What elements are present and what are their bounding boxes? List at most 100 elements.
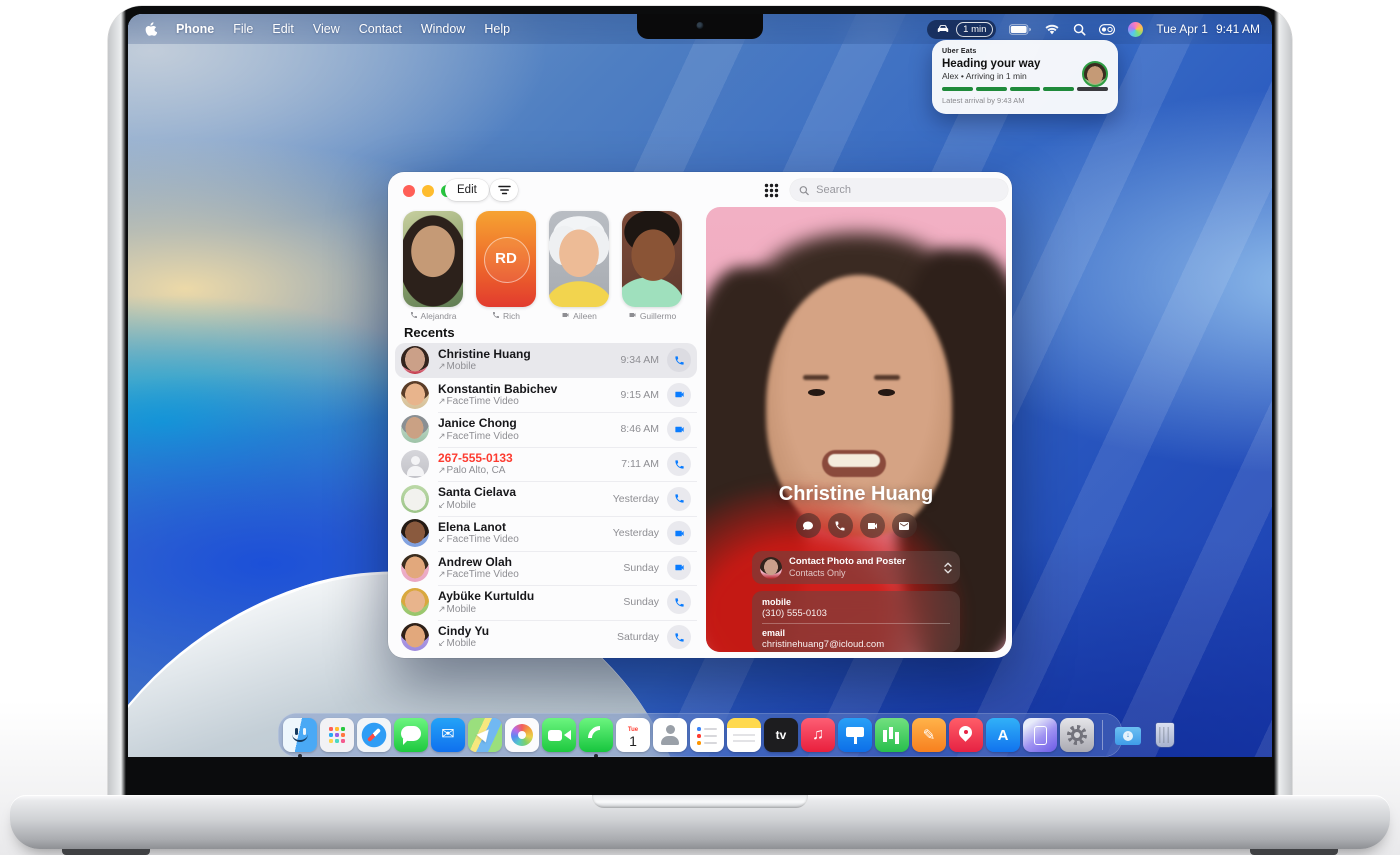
call-action-button[interactable]: [667, 625, 691, 649]
recent-call-row[interactable]: Christine Huang ↗Mobile 9:34 AM: [395, 343, 697, 378]
wifi-icon[interactable]: [1044, 23, 1060, 35]
call-action-button[interactable]: [667, 556, 691, 580]
recent-call-row[interactable]: Konstantin Babichev ↗FaceTime Video 9:15…: [395, 378, 697, 413]
dock-icon-maps[interactable]: [468, 718, 502, 752]
dock-icon-mail[interactable]: ✉: [431, 718, 465, 752]
recent-line: FaceTime Video: [447, 431, 519, 442]
recent-call-row[interactable]: Cindy Yu ↙Mobile Saturday: [395, 620, 697, 655]
contact-photo-poster-row[interactable]: Contact Photo and Poster Contacts Only: [752, 551, 960, 584]
keypad-button[interactable]: [762, 181, 780, 199]
minimize-window-button[interactable]: [422, 185, 434, 197]
search-field[interactable]: [790, 179, 1008, 201]
dock-icon-numbers[interactable]: [875, 718, 909, 752]
dock-icon-tv[interactable]: tv: [764, 718, 798, 752]
call-action-button[interactable]: [667, 521, 691, 545]
favorite-monogram: RD: [476, 211, 536, 307]
search-input[interactable]: [814, 183, 999, 197]
call-action-button[interactable]: [667, 452, 691, 476]
dock-icon-appstore[interactable]: A: [986, 718, 1020, 752]
recent-call-row[interactable]: Janice Chong ↗FaceTime Video 8:46 AM: [395, 412, 697, 447]
call-action-button[interactable]: [667, 487, 691, 511]
dock-icon-facetime[interactable]: [542, 718, 576, 752]
dock-icon-photos[interactable]: [505, 718, 539, 752]
dock-icon-launchpad[interactable]: [320, 718, 354, 752]
menu-item-contact[interactable]: Contact: [359, 22, 402, 36]
dock-icon-phone[interactable]: [579, 718, 613, 752]
tv-glyph: tv: [776, 729, 787, 741]
dock-icon-downloads[interactable]: [1111, 718, 1145, 752]
control-center-icon[interactable]: [1099, 24, 1115, 35]
filter-button[interactable]: [490, 179, 518, 201]
dock-icon-reminders[interactable]: [690, 718, 724, 752]
ride-live-activity[interactable]: 1 min: [927, 20, 996, 39]
mobile-value[interactable]: (310) 555-0103: [762, 608, 950, 619]
favorite-rich[interactable]: RD Rich: [476, 211, 536, 321]
email-value[interactable]: christinehuang7@icloud.com: [762, 639, 950, 650]
recent-time: Yesterday: [613, 527, 659, 539]
call-action-button[interactable]: [667, 590, 691, 614]
dock: ✉ Tue1 tv ♫ ✎ A: [278, 713, 1122, 757]
car-icon: [936, 24, 950, 34]
favorite-alejandra[interactable]: Alejandra: [403, 211, 463, 321]
dock-icon-finder[interactable]: [283, 718, 317, 752]
message-button[interactable]: [796, 513, 821, 538]
dock-icon-pages[interactable]: ✎: [912, 718, 946, 752]
apple-logo-icon[interactable]: [144, 22, 157, 37]
call-action-button[interactable]: [667, 348, 691, 372]
contact-avatar: [401, 450, 429, 478]
menu-item-file[interactable]: File: [233, 22, 253, 36]
mail-glyph: ✉: [441, 727, 454, 743]
row-separator: [438, 551, 697, 552]
email-button[interactable]: [892, 513, 917, 538]
dock-icon-iphonemirroring[interactable]: [1023, 718, 1057, 752]
favorite-label: Guillermo: [640, 311, 676, 321]
menu-bar-clock[interactable]: Tue Apr 1 9:41 AM: [1156, 22, 1260, 36]
facetime-button[interactable]: [860, 513, 885, 538]
recent-call-row[interactable]: 267-555-0133 ↗Palo Alto, CA 7:11 AM: [395, 447, 697, 482]
menu-item-view[interactable]: View: [313, 22, 340, 36]
video-icon: [561, 311, 570, 321]
dock-icon-settings[interactable]: [1060, 718, 1094, 752]
edit-button[interactable]: Edit: [445, 179, 489, 201]
recent-call-row[interactable]: Elena Lanot ↙FaceTime Video Yesterday: [395, 516, 697, 551]
uber-eats-notification[interactable]: Uber Eats Heading your way Alex • Arrivi…: [932, 40, 1118, 114]
recent-line: Mobile: [447, 500, 476, 511]
dock-icon-safari[interactable]: [357, 718, 391, 752]
call-direction-icon: ↗: [438, 569, 446, 579]
menu-item-edit[interactable]: Edit: [272, 22, 294, 36]
contact-avatar: [401, 346, 429, 374]
dock-icon-trash[interactable]: [1148, 718, 1182, 752]
favorite-aileen[interactable]: Aileen: [549, 211, 609, 321]
call-action-button[interactable]: [667, 383, 691, 407]
notification-app-name: Uber Eats: [942, 48, 1108, 55]
dock-icon-notes[interactable]: [727, 718, 761, 752]
dock-icon-games[interactable]: [949, 718, 983, 752]
siri-apple-intelligence-icon[interactable]: [1128, 22, 1143, 37]
dock-icon-contacts[interactable]: [653, 718, 687, 752]
menu-item-help[interactable]: Help: [484, 22, 510, 36]
close-window-button[interactable]: [403, 185, 415, 197]
recent-call-row[interactable]: Santa Cielava ↙Mobile Yesterday: [395, 481, 697, 516]
recent-line: FaceTime Video: [447, 534, 519, 545]
recent-name: Andrew Olah: [438, 555, 519, 569]
recent-time: 9:15 AM: [620, 389, 659, 401]
menu-item-window[interactable]: Window: [421, 22, 465, 36]
dock-icon-keynote[interactable]: [838, 718, 872, 752]
search-icon[interactable]: [1073, 23, 1086, 36]
recent-line: Mobile: [447, 638, 476, 649]
favorite-guillermo[interactable]: Guillermo: [622, 211, 682, 321]
dock-icon-music[interactable]: ♫: [801, 718, 835, 752]
recent-call-row[interactable]: Aybüke Kurtuldu ↗Mobile Sunday: [395, 585, 697, 620]
favorite-label: Rich: [503, 311, 520, 321]
dock-icon-messages[interactable]: [394, 718, 428, 752]
menu-app-name[interactable]: Phone: [176, 22, 214, 36]
row-separator: [438, 620, 697, 621]
call-direction-icon: ↗: [438, 396, 446, 406]
call-action-button[interactable]: [667, 417, 691, 441]
dock-icon-calendar[interactable]: Tue1: [616, 718, 650, 752]
battery-icon[interactable]: [1009, 24, 1031, 35]
call-button[interactable]: [828, 513, 853, 538]
recent-call-row[interactable]: Andrew Olah ↗FaceTime Video Sunday: [395, 551, 697, 586]
phone-icon: [492, 311, 500, 321]
progress-segment: [976, 87, 1007, 91]
